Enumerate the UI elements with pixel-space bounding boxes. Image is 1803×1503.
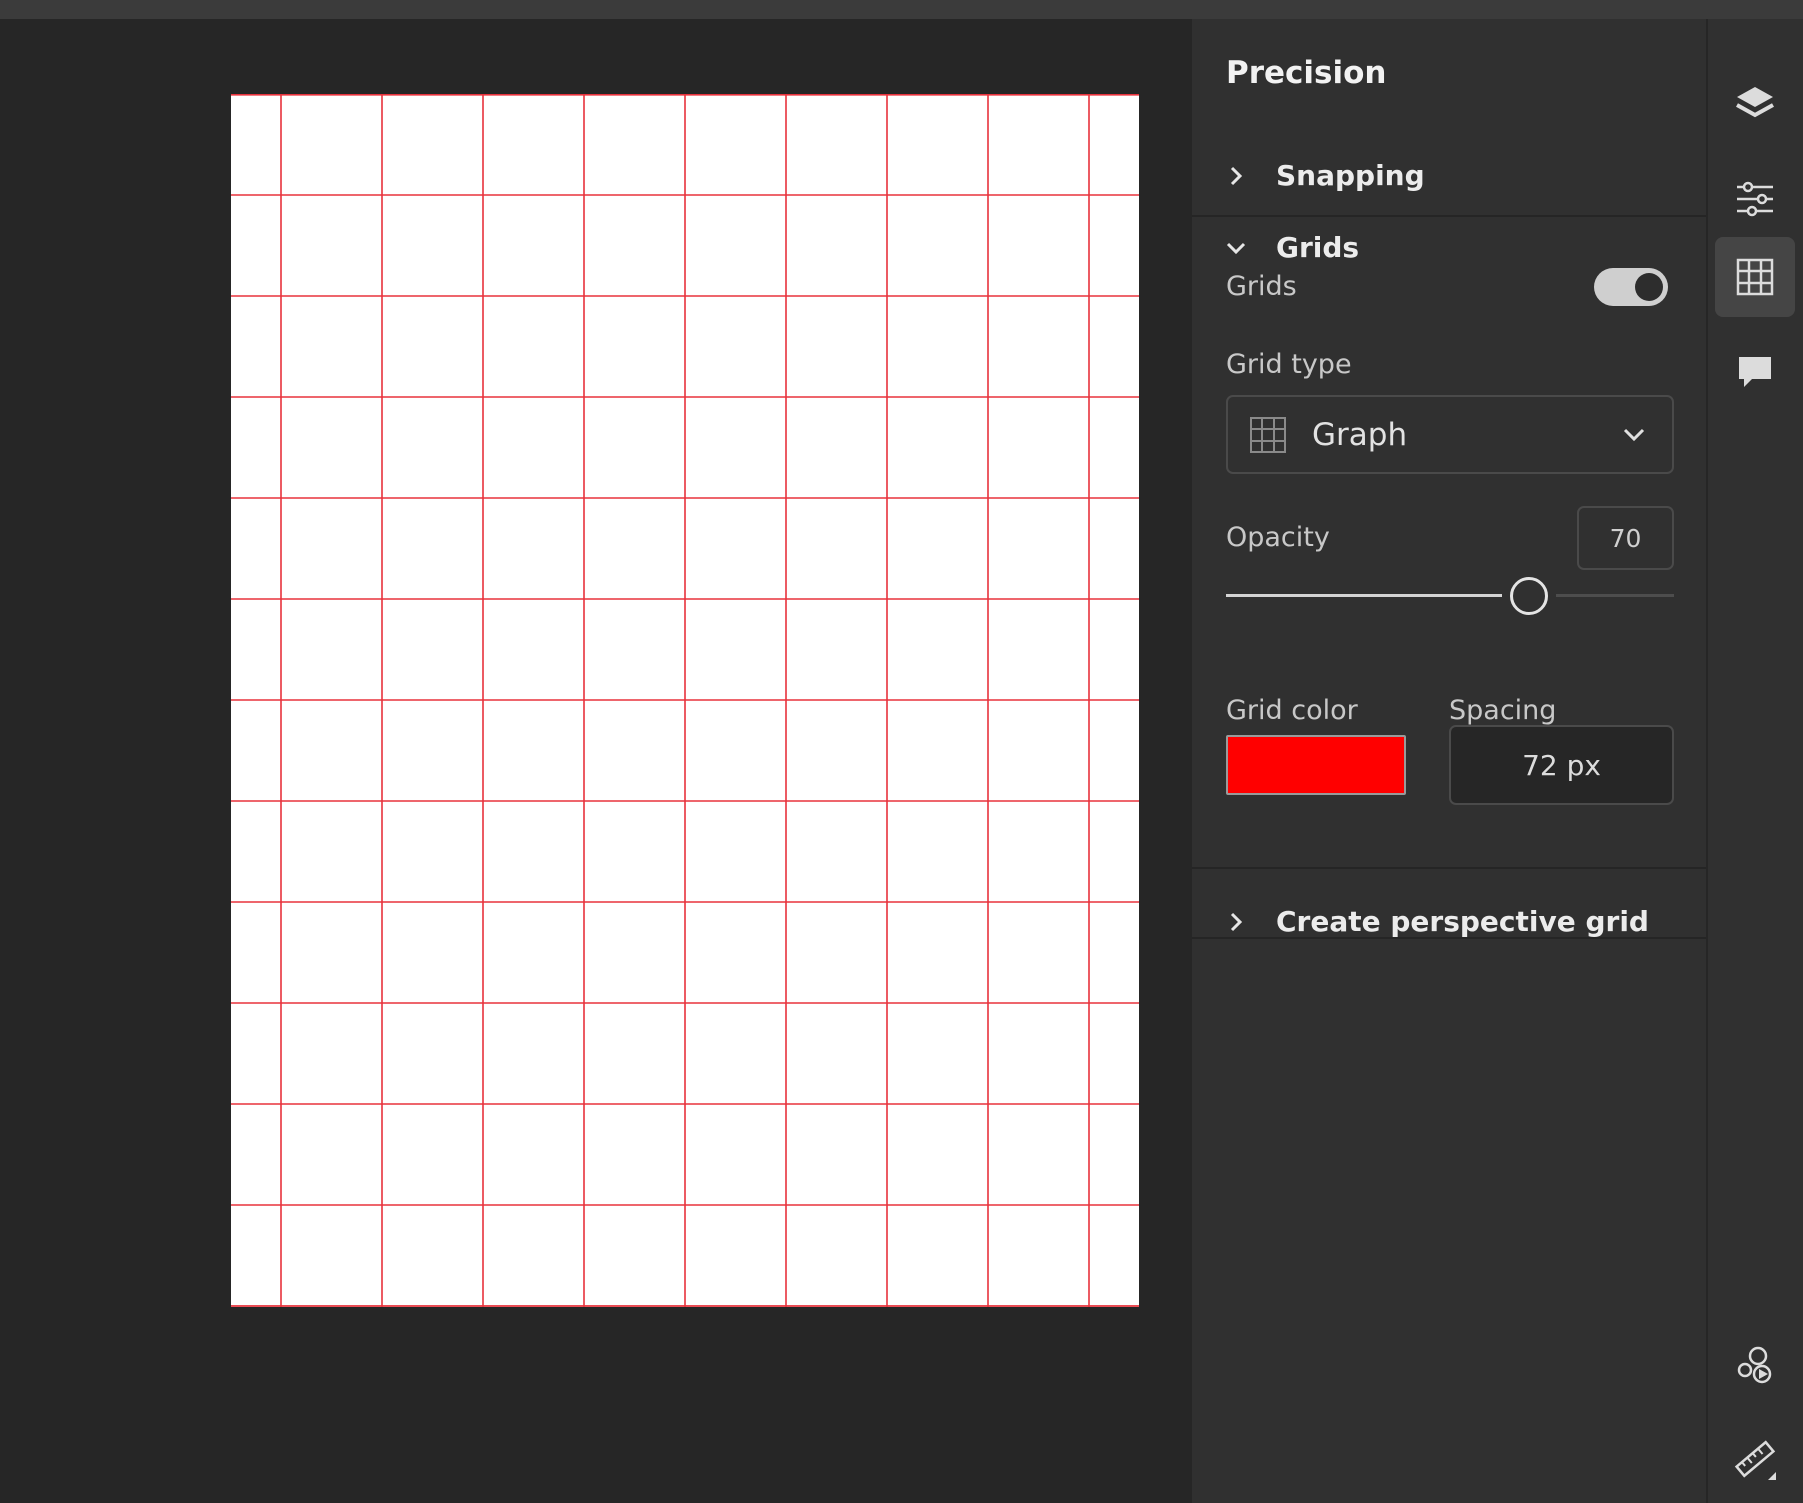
section-divider bbox=[1192, 937, 1706, 939]
spacing-input[interactable]: 72 px bbox=[1449, 725, 1674, 805]
section-divider bbox=[1192, 867, 1706, 869]
chevron-right-icon bbox=[1230, 166, 1243, 185]
snapping-section-header[interactable]: Snapping bbox=[1226, 159, 1425, 192]
grid-overlay bbox=[231, 94, 1139, 1307]
snapping-label: Snapping bbox=[1276, 159, 1425, 192]
chevron-down-icon bbox=[1623, 428, 1645, 442]
opacity-input[interactable]: 70 bbox=[1577, 506, 1674, 570]
opacity-slider-track[interactable] bbox=[1556, 594, 1674, 597]
grid-icon bbox=[1736, 258, 1774, 296]
canvas-workspace[interactable] bbox=[0, 19, 1192, 1503]
grids-section-label: Grids bbox=[1276, 231, 1360, 264]
comments-button[interactable] bbox=[1715, 332, 1795, 412]
ruler-button[interactable] bbox=[1715, 1419, 1795, 1499]
livestream-button[interactable] bbox=[1715, 1325, 1795, 1405]
comment-icon bbox=[1739, 357, 1771, 387]
right-tool-rail bbox=[1706, 19, 1803, 1503]
grids-button[interactable] bbox=[1715, 237, 1795, 317]
section-divider bbox=[1192, 215, 1706, 217]
ruler-icon bbox=[1734, 1440, 1776, 1480]
graph-grid-icon bbox=[1250, 416, 1286, 453]
grids-section-header[interactable]: Grids bbox=[1226, 231, 1359, 264]
chevron-right-icon bbox=[1230, 912, 1243, 931]
perspective-grid-label: Create perspective grid bbox=[1276, 905, 1649, 938]
livestream-icon bbox=[1737, 1346, 1772, 1384]
toggle-knob bbox=[1635, 273, 1663, 301]
grid-color-swatch[interactable] bbox=[1226, 735, 1406, 795]
top-bar bbox=[0, 0, 1803, 19]
perspective-grid-section-header[interactable]: Create perspective grid bbox=[1226, 905, 1649, 938]
layers-button[interactable] bbox=[1715, 64, 1795, 144]
precision-panel: Precision Snapping Grids Grids Grid type… bbox=[1192, 19, 1706, 1503]
grids-toggle-label: Grids bbox=[1226, 271, 1297, 302]
panel-title: Precision bbox=[1226, 55, 1387, 91]
opacity-slider-fill[interactable] bbox=[1226, 594, 1502, 597]
grids-toggle[interactable] bbox=[1594, 268, 1668, 306]
chevron-down-icon bbox=[1226, 242, 1246, 254]
grid-type-value: Graph bbox=[1312, 416, 1408, 453]
adjustments-icon bbox=[1737, 181, 1773, 217]
opacity-slider-thumb[interactable] bbox=[1510, 577, 1548, 615]
adjustments-button[interactable] bbox=[1715, 159, 1795, 239]
opacity-label: Opacity bbox=[1226, 522, 1330, 553]
layers-icon bbox=[1736, 87, 1774, 118]
grid-type-dropdown[interactable]: Graph bbox=[1226, 395, 1674, 474]
document-canvas[interactable] bbox=[231, 94, 1139, 1307]
grid-color-label: Grid color bbox=[1226, 695, 1358, 726]
grid-type-label: Grid type bbox=[1226, 349, 1352, 380]
spacing-label: Spacing bbox=[1449, 695, 1557, 726]
